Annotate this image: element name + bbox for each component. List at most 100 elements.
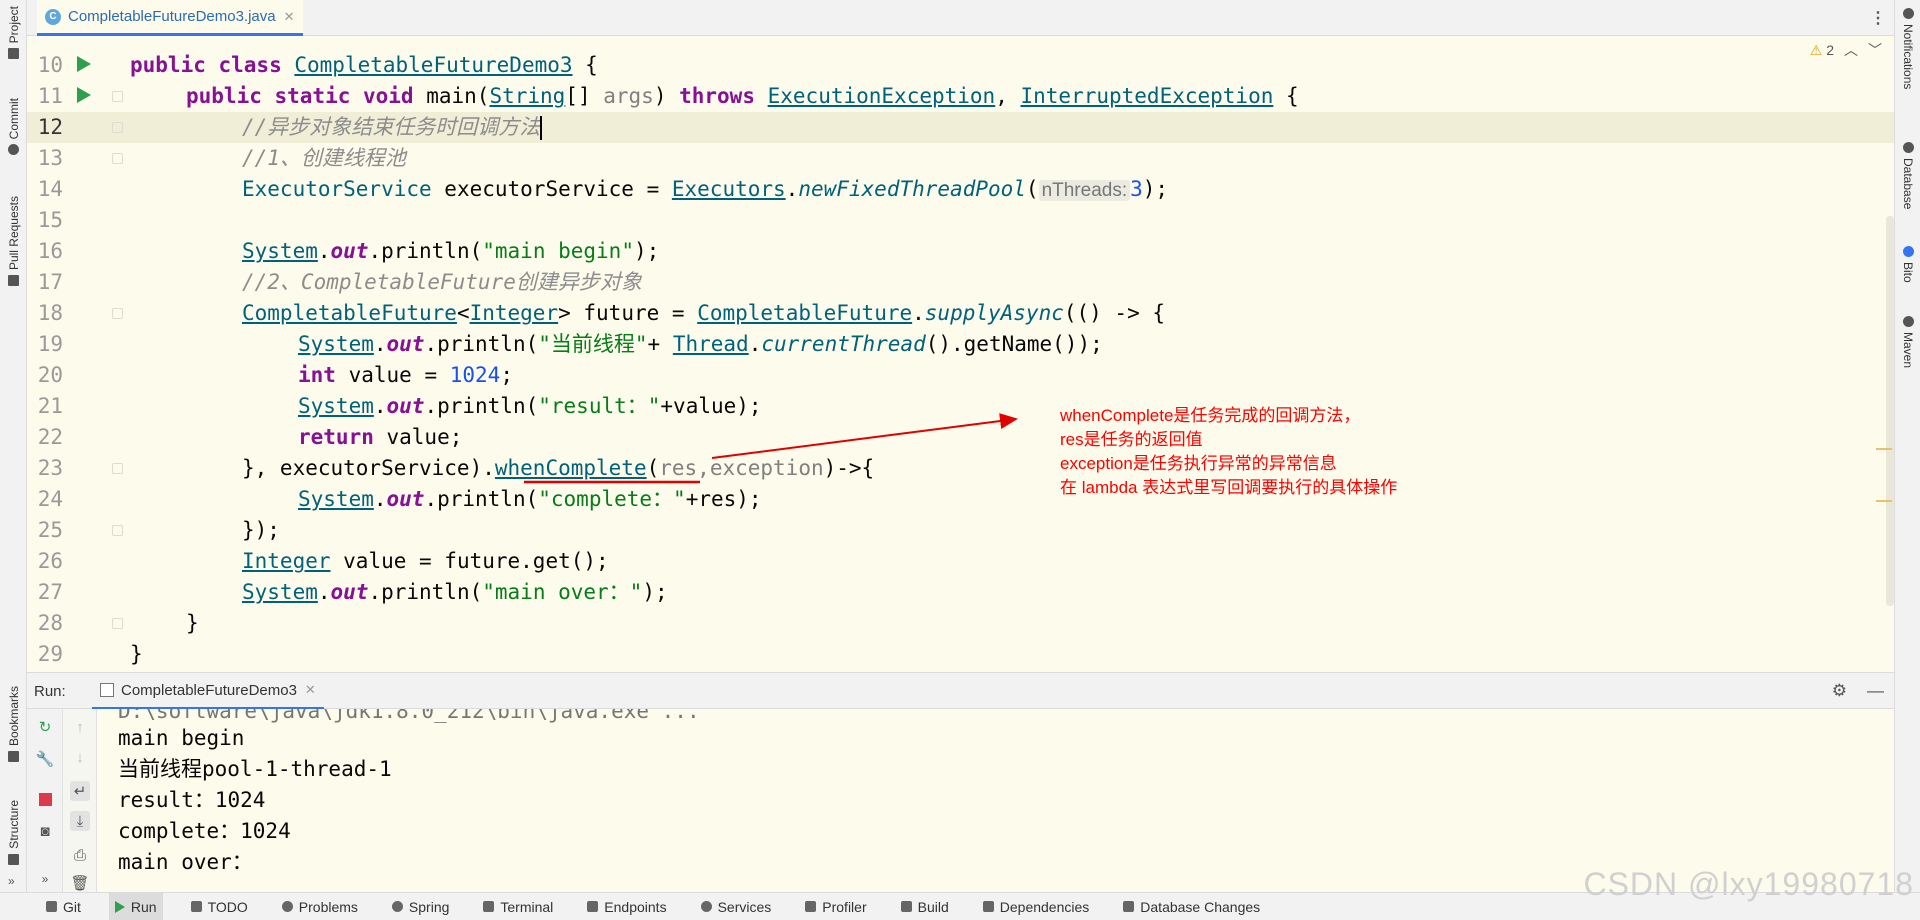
wrench-icon[interactable]: 🔧 [35, 749, 55, 769]
run-config-icon [100, 683, 114, 697]
token: . [373, 394, 387, 418]
token: .println( [368, 580, 483, 604]
run-gutter-icon[interactable] [77, 56, 91, 72]
git-tab[interactable]: Git [40, 893, 87, 920]
run-tab[interactable]: Run [108, 892, 163, 920]
fold-marker-icon[interactable] [112, 618, 123, 629]
commit-tool-button[interactable]: Commit [0, 98, 27, 156]
build-tab[interactable]: Build [895, 893, 955, 920]
code-line: 29 } [27, 639, 1894, 670]
token: ); [633, 239, 660, 263]
maven-tool-button[interactable]: Maven [1895, 316, 1920, 368]
code-line: 16 System.out.println("main begin"); [27, 236, 1894, 267]
dependencies-icon [982, 901, 994, 912]
token: < [456, 301, 470, 325]
problems-icon [281, 901, 293, 912]
notifications-tool-button[interactable]: Notifications [1895, 8, 1920, 89]
arrow-up-icon[interactable]: ↑ [70, 717, 90, 737]
stop-icon[interactable] [35, 789, 55, 809]
minimize-icon[interactable]: — [1867, 681, 1884, 701]
fold-marker-icon[interactable] [112, 463, 123, 474]
database-icon [1902, 142, 1914, 153]
run-gutter-icon[interactable] [77, 87, 91, 103]
token: System [242, 239, 318, 263]
pull-requests-tool-button[interactable]: Pull Requests [0, 196, 27, 287]
token: System [298, 332, 374, 356]
close-icon[interactable]: ✕ [284, 9, 295, 25]
annotation-line: res是任务的返回值 [1060, 430, 1203, 449]
line-number: 27 [37, 580, 63, 604]
code-editor[interactable]: ⚠ 2 ︿ ﹀ 10 public class CompletableFutur… [27, 36, 1894, 672]
git-icon [46, 901, 57, 912]
token: ().getName()); [925, 332, 1103, 356]
token: [] [565, 84, 604, 108]
token: "main over：" [482, 580, 643, 604]
soft-wrap-icon[interactable]: ↵ [70, 781, 90, 801]
endpoints-tab[interactable]: Endpoints [581, 893, 672, 920]
services-tab[interactable]: Services [695, 893, 778, 920]
rerun-icon[interactable]: ↻ [35, 717, 55, 737]
fold-marker-icon[interactable] [112, 91, 123, 102]
structure-tool-button[interactable]: Structure [0, 800, 27, 865]
pull-request-icon [8, 275, 19, 287]
token: . [317, 239, 331, 263]
dependencies-label: Dependencies [999, 898, 1090, 915]
camera-icon[interactable]: ◙ [35, 821, 55, 841]
fold-marker-icon[interactable] [112, 153, 123, 164]
code-line: 17 //2、CompletableFuture创建异步对象 [27, 267, 1894, 298]
more-tools-icon[interactable]: » [8, 874, 15, 888]
code-line: 23 }, executorService).whenComplete(res,… [27, 453, 1894, 484]
console-toolbar: ↑ ↓ ↵ ⤓ ⎙ 🗑 [63, 709, 97, 892]
more-options-icon[interactable]: ⋮ [1870, 8, 1886, 28]
line-number: 15 [37, 208, 63, 232]
problems-tab[interactable]: Problems [276, 893, 364, 920]
arrow-down-icon[interactable]: ↓ [70, 747, 90, 767]
close-icon[interactable]: ✕ [305, 682, 316, 698]
bookmarks-tool-button[interactable]: Bookmarks [0, 686, 27, 763]
token: "main begin" [482, 239, 634, 263]
line-number: 10 [37, 53, 63, 77]
gear-icon[interactable]: ⚙ [1832, 681, 1847, 701]
database-tool-button[interactable]: Database [1895, 142, 1920, 209]
token: res,exception [659, 456, 824, 480]
code-line: 22 return value; [27, 422, 1894, 453]
token: .println( [424, 394, 539, 418]
project-label: Project [6, 6, 21, 44]
spring-tab[interactable]: Spring [386, 893, 455, 920]
fold-marker-icon[interactable] [112, 308, 123, 319]
dependencies-tab[interactable]: Dependencies [977, 893, 1096, 920]
token: Executors [671, 177, 786, 201]
console-line: main begin [118, 726, 245, 750]
terminal-tab[interactable]: Terminal [477, 893, 559, 920]
run-config-tab[interactable]: CompletableFutureDemo3 ✕ [92, 673, 324, 710]
line-number: 17 [37, 270, 63, 294]
git-label: Git [63, 898, 81, 915]
project-tool-button[interactable]: Project [0, 6, 27, 60]
line-number: 29 [37, 642, 63, 666]
token: args [603, 84, 654, 108]
token: > future = [558, 301, 698, 325]
more-actions-icon[interactable]: » [35, 869, 55, 889]
services-icon [700, 901, 712, 912]
fold-marker-icon[interactable] [112, 525, 123, 536]
token: .println( [368, 239, 483, 263]
todo-tab[interactable]: TODO [185, 893, 254, 920]
annotation-line: whenComplete是任务完成的回调方法， [1060, 406, 1361, 425]
code-line: 15 [27, 205, 1894, 236]
editor-tab-file[interactable]: C CompletableFutureDemo3.java ✕ [37, 0, 303, 36]
scroll-to-end-icon[interactable]: ⤓ [70, 811, 90, 831]
services-label: Services [717, 898, 772, 915]
code-line: 28 } [27, 608, 1894, 639]
token: +res); [685, 487, 762, 511]
console-output[interactable]: D:\software\java\jdk1.8.0_212\bin\java.e… [97, 709, 1894, 892]
code-line: 26 Integer value = future.get(); [27, 546, 1894, 577]
token: . [373, 487, 387, 511]
token: CompletableFuture [242, 301, 457, 325]
trash-icon[interactable]: 🗑 [70, 873, 90, 893]
token: . [748, 332, 762, 356]
print-icon[interactable]: ⎙ [70, 845, 90, 865]
fold-marker-icon[interactable] [112, 122, 123, 133]
profiler-tab[interactable]: Profiler [799, 893, 872, 920]
database-changes-tab[interactable]: Database Changes [1117, 893, 1266, 920]
bito-tool-button[interactable]: Bito [1895, 246, 1920, 283]
